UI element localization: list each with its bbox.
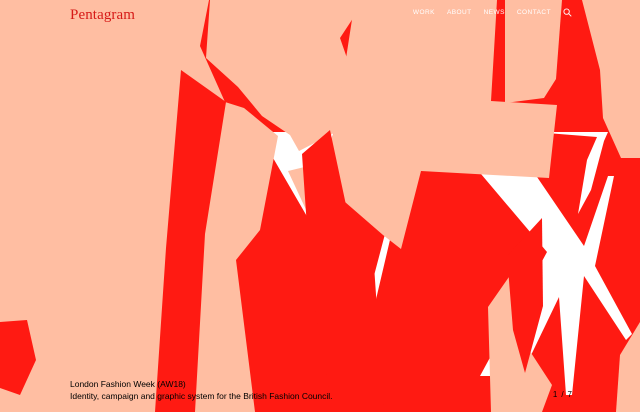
hero-artwork [0,0,640,412]
project-caption: London Fashion Week (AW18) Identity, cam… [70,378,333,402]
project-hero: Pentagram WORK ABOUT NEWS CONTACT London… [0,0,640,412]
total-slide-count: 7 [567,390,572,399]
nav-item-news[interactable]: NEWS [484,9,505,17]
search-icon[interactable] [563,8,572,17]
search-icon-handle [568,13,572,17]
search-icon-lens [563,8,570,15]
nav-item-contact[interactable]: CONTACT [517,9,551,17]
pentagram-logo-link[interactable]: Pentagram [70,6,135,24]
nav-item-about[interactable]: ABOUT [447,9,472,17]
current-slide-number: 1 [552,390,558,399]
slide-counter: 1 / 7 [553,390,572,400]
main-navigation: WORK ABOUT NEWS CONTACT [413,8,572,17]
project-subtitle: Identity, campaign and graphic system fo… [70,391,333,401]
slide-counter-separator: / [561,390,564,399]
project-title: London Fashion Week (AW18) [70,379,186,389]
nav-item-work[interactable]: WORK [413,9,435,17]
